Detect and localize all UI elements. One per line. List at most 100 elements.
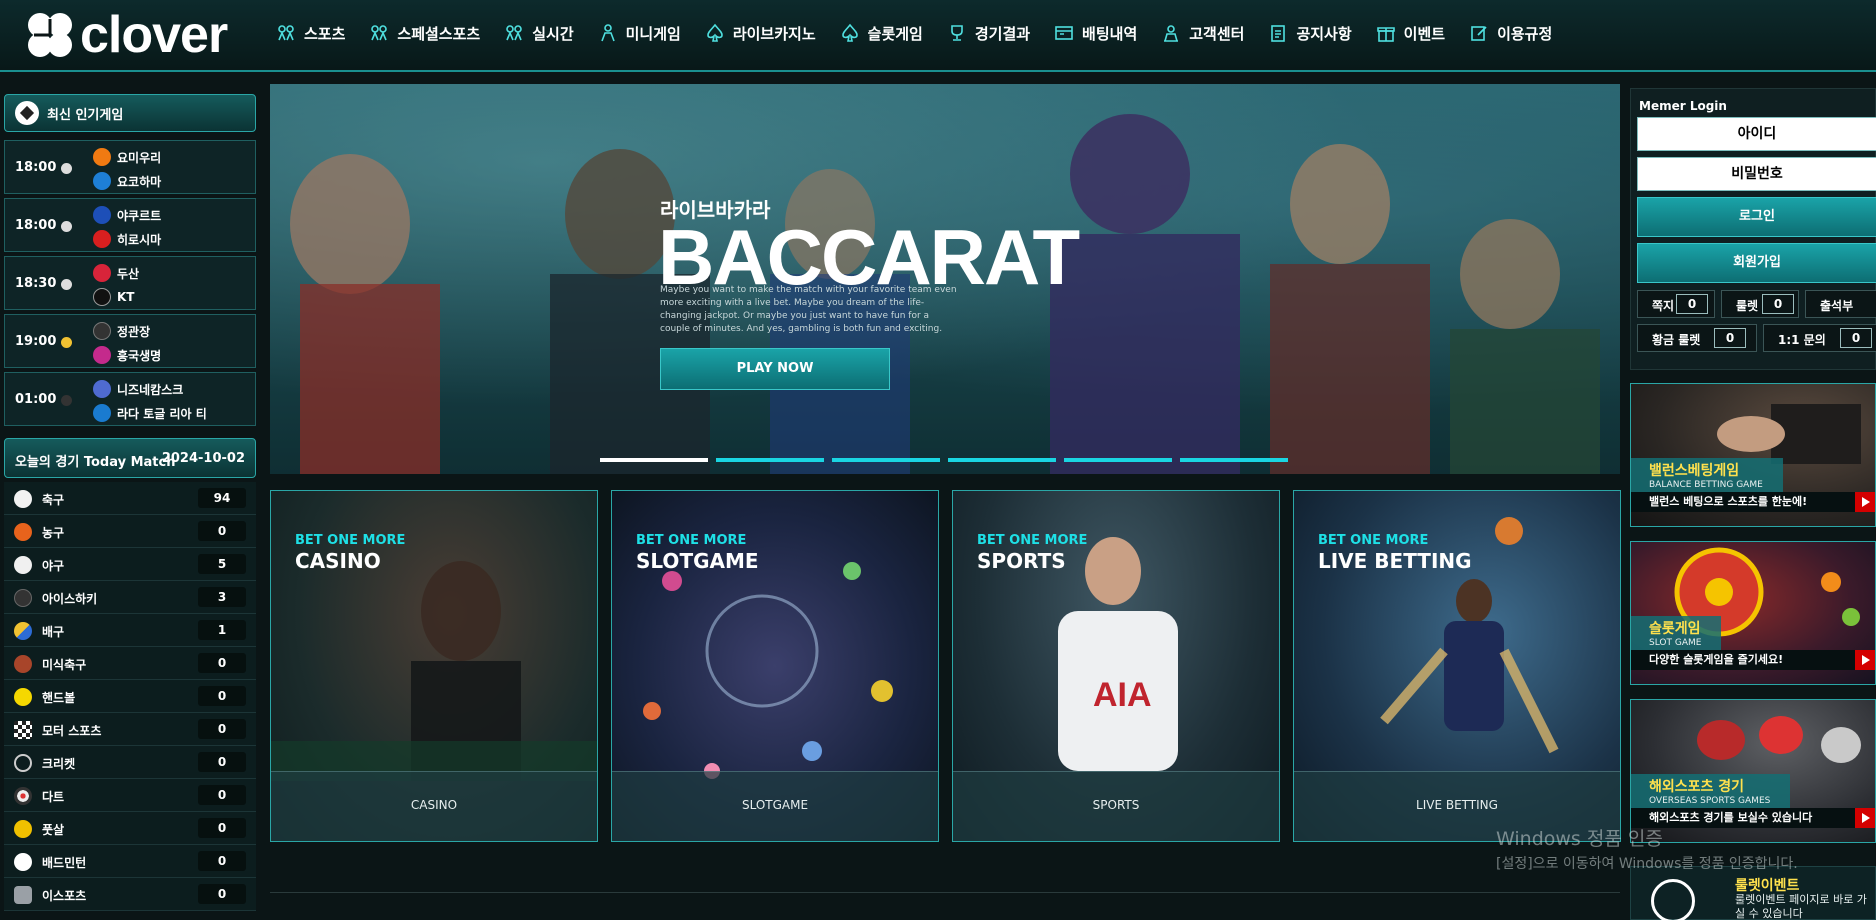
sport-item-american-football[interactable]: 미식축구 0 [4, 647, 256, 680]
nav-item-rules[interactable]: 이용규정 [1469, 23, 1552, 44]
play-icon[interactable] [1855, 492, 1875, 512]
sports-card[interactable]: AIA BET ONE MORE SPORTS SPORTS [952, 490, 1280, 842]
popular-game-row[interactable]: 19:00 정관장 흥국생명 [4, 314, 256, 368]
carousel-dot[interactable] [948, 458, 1056, 462]
golden-roulette-counter[interactable]: 황금 룰렛 0 [1637, 324, 1757, 352]
left-sidebar: 최신 인기게임 18:00 요미우리 요코하마 18:00 야쿠르트 히로시마 … [0, 90, 260, 920]
clover-logo[interactable]: clover [24, 6, 228, 64]
nav-item-live-casino[interactable]: 라이브카지노 [705, 23, 816, 44]
play-icon[interactable] [1855, 650, 1875, 670]
popular-game-row[interactable]: 18:30 두산 KT [4, 256, 256, 310]
sport-item-darts[interactable]: 다트 0 [4, 779, 256, 812]
sport-label: 크리켓 [42, 757, 76, 771]
baseball-icon [14, 556, 32, 574]
hero-description: Maybe you want to make the match with yo… [660, 285, 957, 334]
cricket-icon [14, 754, 32, 772]
sport-label: 농구 [42, 526, 65, 540]
brand-name: clover [80, 6, 228, 64]
sport-label: 축구 [42, 493, 65, 507]
nav-item-notice[interactable]: 공지사항 [1268, 23, 1352, 44]
nav-item-slot[interactable]: 슬롯게임 [840, 23, 923, 44]
team-logo-icon [93, 346, 111, 364]
sport-item-volleyball[interactable]: 배구 1 [4, 614, 256, 647]
inquiry-counter[interactable]: 1:1 문의 0 [1763, 324, 1876, 352]
sport-item-esports[interactable]: 이스포츠 0 [4, 878, 256, 911]
game-time: 18:00 [15, 160, 57, 175]
sport-count: 0 [198, 785, 246, 805]
nav-item-bet-history[interactable]: 배팅내역 [1054, 23, 1137, 44]
popular-game-row[interactable]: 01:00 니즈네캄스크 라다 토글 리아 티 [4, 372, 256, 426]
login-button[interactable]: 로그인 [1637, 197, 1876, 237]
sport-item-soccer[interactable]: 축구 94 [4, 482, 256, 515]
counter-label: 쪽지 [1652, 299, 1675, 313]
card-footer-label: SLOTGAME [741, 798, 809, 812]
slotgame-card[interactable]: BET ONE MORE SLOTGAME SLOTGAME [611, 490, 939, 842]
nav-item-results[interactable]: 경기결과 [947, 23, 1030, 44]
watermark-line-2: [설정]으로 이동하여 Windows를 정품 인증합니다. [1496, 856, 1798, 872]
live-betting-card[interactable]: BET ONE MORE LIVE BETTING LIVE BETTING [1293, 490, 1621, 842]
sport-label: 배구 [42, 625, 65, 639]
popular-game-row[interactable]: 18:00 야쿠르트 히로시마 [4, 198, 256, 252]
dartboard-icon [14, 787, 32, 805]
nav-label: 스포츠 [304, 24, 346, 43]
roulette-wheel-icon [1651, 879, 1695, 920]
card-title: SPORTS [977, 549, 1066, 573]
sport-item-cricket[interactable]: 크리켓 0 [4, 746, 256, 779]
nav-item-event[interactable]: 이벤트 [1376, 23, 1445, 44]
card-kicker: BET ONE MORE [1318, 533, 1429, 548]
promo-tag: 해외스포츠 경기 OVERSEAS SPORTS GAMES [1631, 774, 1791, 808]
promo-overseas-sports[interactable]: 해외스포츠 경기 OVERSEAS SPORTS GAMES 해외스포츠 경기를 … [1630, 699, 1876, 843]
sport-item-icehockey[interactable]: 아이스하키 3 [4, 581, 256, 614]
password-input[interactable]: 비밀번호 [1637, 157, 1876, 191]
attendance-button[interactable]: 출석부 [1805, 290, 1876, 318]
nav-label: 이벤트 [1403, 24, 1446, 43]
nav-item-minigame[interactable]: 미니게임 [598, 23, 681, 44]
carousel-dot[interactable] [1180, 458, 1288, 462]
messages-counter[interactable]: 쪽지 0 [1637, 290, 1715, 318]
carousel-dot[interactable] [600, 458, 708, 462]
play-icon[interactable] [1855, 808, 1875, 828]
card-footer-label: SPORTS [1092, 798, 1140, 812]
promo-balance-betting[interactable]: 밸런스베팅게임 BALANCE BETTING GAME 밸런스 베팅으로 스포츠… [1630, 383, 1876, 527]
counter-value: 0 [1762, 294, 1794, 314]
popular-game-row[interactable]: 18:00 요미우리 요코하마 [4, 140, 256, 194]
sport-label: 이스포츠 [42, 889, 87, 903]
card-title: CASINO [295, 549, 381, 573]
sport-item-futsal[interactable]: 풋살 0 [4, 812, 256, 845]
sport-item-handball[interactable]: 핸드볼 0 [4, 680, 256, 713]
checkered-flag-icon [14, 721, 32, 739]
away-team: 흥국생명 [93, 346, 161, 364]
hero-banner[interactable]: 라이브바카라 BACCARAT Maybe you want to make t… [270, 84, 1620, 474]
roulette-event-banner[interactable]: 룰렛이벤트 룰렛이벤트 페이지로 바로 가실 수 있습니다 [1630, 866, 1876, 920]
carousel-dot[interactable] [1064, 458, 1172, 462]
sport-label: 다트 [42, 790, 65, 804]
nav-label: 슬롯게임 [867, 24, 923, 43]
username-input[interactable]: 아이디 [1637, 117, 1876, 151]
roulette-counter[interactable]: 룰렛 0 [1721, 290, 1799, 318]
sport-item-basketball[interactable]: 농구 0 [4, 515, 256, 548]
soccer-ball-icon [14, 490, 32, 508]
nav-item-live[interactable]: 실시간 [504, 23, 574, 44]
nav-item-sports[interactable]: 스포츠 [276, 23, 345, 44]
nav-item-support[interactable]: 고객센터 [1161, 23, 1244, 44]
sport-item-motorsport[interactable]: 모터 스포츠 0 [4, 713, 256, 746]
carousel-dot[interactable] [832, 458, 940, 462]
volleyball-icon [14, 622, 32, 640]
futsal-ball-icon [14, 820, 32, 838]
counter-value: 0 [1714, 328, 1746, 348]
card-title: LIVE BETTING [1318, 549, 1472, 573]
casino-card[interactable]: BET ONE MORE CASINO CASINO [270, 490, 598, 842]
carousel-dot[interactable] [716, 458, 824, 462]
game-time: 18:00 [15, 218, 57, 233]
promo-slot-game[interactable]: 슬롯게임 SLOT GAME 다양한 슬롯게임을 즐기세요! [1630, 541, 1876, 685]
play-now-button[interactable]: PLAY NOW [660, 348, 890, 390]
clipboard-icon [1268, 23, 1288, 43]
sport-item-baseball[interactable]: 야구 5 [4, 548, 256, 581]
nav-label: 실시간 [532, 24, 574, 43]
sport-count: 0 [198, 719, 246, 739]
promo-tag: 슬롯게임 SLOT GAME [1631, 616, 1722, 650]
team-logo-icon [93, 322, 111, 340]
signup-button[interactable]: 회원가입 [1637, 243, 1876, 283]
nav-item-special-sports[interactable]: 스페셜스포츠 [369, 23, 480, 44]
sport-item-badminton[interactable]: 배드민턴 0 [4, 845, 256, 878]
